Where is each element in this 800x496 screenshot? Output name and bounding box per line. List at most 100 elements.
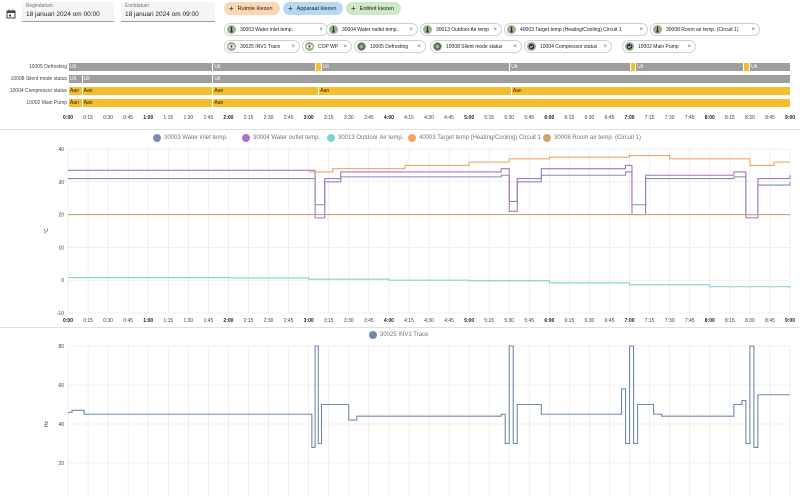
timeline-segment[interactable]: Uit (212, 75, 790, 83)
legend-swatch (408, 134, 416, 142)
end-date-field[interactable]: Einddatum 18 januari 2024 om 09:00 (121, 2, 215, 22)
entity-chip[interactable]: 40003 Target temp (Heating/Cooling) Circ… (504, 23, 648, 36)
thermometer-icon (506, 24, 517, 35)
x-tick-label: 1:15 (163, 115, 174, 121)
entity-chip[interactable]: 30004 Water outlet temp. × (326, 23, 418, 36)
entity-chip-label: 10008 Silent mode status (446, 43, 503, 50)
x-tick-label: 6:00 (544, 115, 555, 121)
x-tick-label: 7:15 (645, 318, 655, 324)
timeline-segment[interactable]: Uit (749, 63, 790, 71)
x-tick-label: 8:00 (704, 115, 715, 121)
close-icon[interactable]: × (639, 27, 643, 33)
x-tick-label: 9:00 (784, 115, 796, 121)
legend-item[interactable]: 30025 INV1 Trace (369, 331, 428, 339)
y-tick-label: 10 (58, 245, 64, 251)
timeline-segment[interactable]: Uit (212, 63, 316, 71)
close-icon[interactable]: × (417, 44, 421, 50)
y-tick-label: 20 (58, 213, 64, 219)
start-date-field[interactable]: Begindatum 18 januari 2024 om 00:00 (22, 2, 114, 22)
x-tick-label: 4:45 (444, 115, 454, 121)
legend-item[interactable]: 30003 Water inlet temp. (153, 134, 227, 142)
area-picker-button[interactable]: + Ruimte kiezen (224, 2, 280, 15)
close-icon[interactable]: × (409, 27, 413, 33)
x-tick-label: 8:30 (745, 115, 755, 121)
temperature-chart[interactable]: -10 0 10 20 30 40 °C 0:00 0:15 0:30 0:45 1:00 1:15 1:… (0, 143, 800, 324)
legend-label: 30025 INV1 Trace (380, 332, 429, 338)
x-tick-label: 7:30 (665, 318, 675, 324)
timeline-segment[interactable]: Aan (318, 87, 511, 95)
y-tick-label: 0 (61, 278, 64, 284)
timeline-segment[interactable]: Uit (320, 63, 510, 71)
x-tick-label: 3:45 (364, 318, 374, 324)
timeline-segment[interactable]: Uit (68, 63, 213, 71)
legend-item[interactable]: 30013 Outdoor Air temp. (327, 134, 403, 142)
x-tick-label: 3:15 (324, 318, 334, 324)
legend-label: 30003 Water inlet temp. (164, 135, 228, 141)
device-picker-button[interactable]: + Apparaat kiezen (283, 2, 344, 15)
x-tick-label: 0:15 (83, 318, 93, 324)
entity-chip[interactable]: 30025 INV1 Trace × (224, 40, 300, 53)
x-tick-label: 6:00 (544, 318, 554, 324)
close-icon[interactable]: × (291, 44, 295, 50)
close-icon[interactable]: × (751, 27, 755, 33)
timeline-lane: Aan Aan Aan (68, 99, 790, 107)
entity-chip[interactable]: COP WP × (302, 40, 352, 53)
timeline-segment[interactable]: Aan (81, 99, 213, 107)
timeline-segment[interactable]: Aan (510, 87, 790, 95)
legend-label: 40003 Target temp (Heating/Cooling) Circ… (419, 135, 541, 141)
x-tick-label: 6:45 (604, 115, 615, 121)
x-tick-label: 0:00 (62, 115, 74, 121)
close-icon[interactable]: × (493, 27, 497, 33)
x-tick-label: 2:00 (223, 318, 233, 324)
entity-chip[interactable]: 30013 Outdoor Air temp. × (420, 23, 502, 36)
x-tick-label: 5:45 (524, 318, 534, 324)
x-tick-label: 4:15 (404, 115, 414, 121)
x-tick-label: 7:30 (664, 115, 675, 121)
y-axis-label: Hz (44, 420, 50, 427)
timeline-segment[interactable]: Aan (212, 87, 319, 95)
x-tick-label: 5:15 (484, 318, 494, 324)
close-icon[interactable]: × (513, 44, 517, 50)
x-tick-label: 2:45 (283, 115, 294, 121)
legend-item[interactable]: 40003 Target temp (Heating/Cooling) Circ… (408, 134, 541, 142)
start-date-label: Begindatum (26, 3, 53, 9)
timeline-segment[interactable]: Uit (81, 75, 213, 83)
x-tick-label: 2:30 (264, 318, 274, 324)
x-tick-label: 1:30 (183, 115, 194, 121)
close-icon[interactable]: × (603, 44, 607, 50)
close-icon[interactable]: × (343, 44, 347, 50)
close-icon[interactable]: × (687, 44, 691, 50)
calendar-icon[interactable] (6, 6, 16, 19)
entity-chip[interactable]: 10002 Main Pump × (622, 40, 696, 53)
lane-label: 10005 Defrosting (28, 64, 67, 70)
timeline-segment[interactable]: Aan (212, 99, 790, 107)
plus-icon: + (351, 3, 356, 13)
timeline-segment[interactable]: Uit (635, 63, 744, 71)
x-tick-label: 8:15 (725, 318, 735, 324)
close-icon[interactable]: × (319, 27, 323, 33)
x-tick-label: 4:30 (424, 115, 434, 121)
timeline-segment[interactable]: Uit (68, 75, 82, 83)
thermometer-icon (422, 24, 433, 35)
device-picker-label: Apparaat kiezen (296, 5, 337, 12)
timeline-segment[interactable]: Uit (509, 63, 630, 71)
entity-chip[interactable]: 10008 Silent mode status × (430, 40, 522, 53)
inv-trace-chart[interactable]: 20 40 60 80 Hz (0, 340, 800, 496)
timeline-segment[interactable]: Aan (68, 99, 82, 107)
section-divider (0, 129, 800, 130)
legend-item[interactable]: 30004 Water outlet temp. (242, 134, 320, 142)
timeline-segment[interactable]: Aan (81, 87, 213, 95)
entity-chip-label: 30003 Water inlet temp. (240, 26, 293, 33)
timeline-segment[interactable]: Aan (68, 87, 82, 95)
legend-item[interactable]: 30008 Room air temp. (Circuit 1) (543, 134, 641, 142)
start-date-value: 18 januari 2024 om 00:00 (26, 11, 100, 18)
entity-chip[interactable]: 30008 Room air temp. (Circuit 1) × (650, 23, 760, 36)
entity-picker-button[interactable]: + Entiteit kiezen (346, 2, 401, 15)
entity-chip[interactable]: 10005 Defrosting × (354, 40, 426, 53)
entity-chip[interactable]: 30003 Water inlet temp. × (224, 23, 328, 36)
entity-chip[interactable]: 10004 Compressor status × (524, 40, 612, 53)
entity-chip-label: 30013 Outdoor Air temp. (436, 26, 490, 33)
y-tick-label: -10 (57, 311, 64, 317)
legend-label: 30013 Outdoor Air temp. (338, 135, 404, 141)
x-tick-label: 2:00 (223, 115, 234, 121)
